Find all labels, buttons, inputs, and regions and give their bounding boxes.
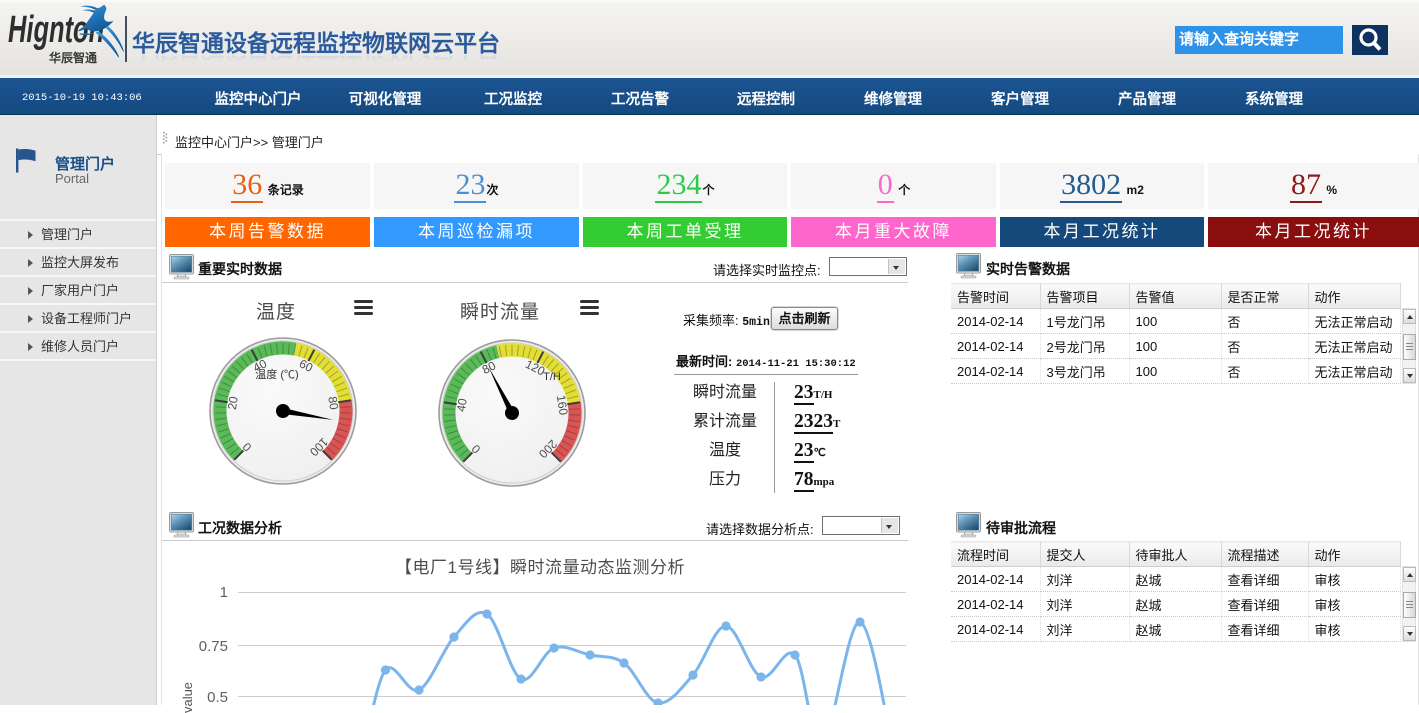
svg-text:80: 80	[325, 395, 341, 411]
svg-text:温度 (℃): 温度 (℃)	[255, 367, 298, 381]
svg-text:20: 20	[225, 395, 241, 411]
svg-text:40: 40	[454, 397, 470, 413]
svg-text:T/H: T/H	[543, 371, 561, 383]
